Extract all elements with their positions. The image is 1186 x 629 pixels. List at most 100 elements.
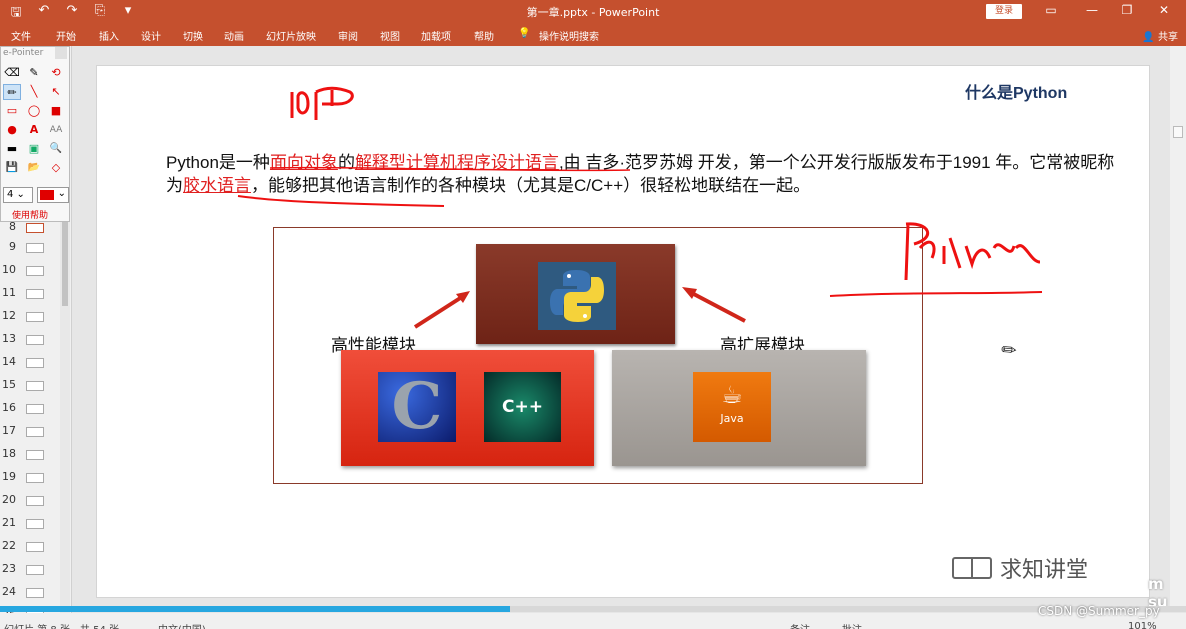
thumbnail-preview [26, 243, 44, 253]
tab-review[interactable]: 审阅 [338, 28, 358, 43]
thumbnail-11[interactable]: 11 [0, 286, 60, 302]
minimize-icon[interactable]: — [1083, 3, 1101, 17]
close-icon[interactable]: ✕ [1155, 3, 1173, 17]
thumbnail-number: 11 [2, 286, 16, 299]
tab-insert[interactable]: 插入 [99, 28, 119, 43]
coffee-cup-icon: ☕ [721, 381, 743, 409]
thumbnail-number: 19 [2, 470, 16, 483]
tab-view[interactable]: 视图 [380, 28, 400, 43]
line-icon[interactable]: ╲ [25, 84, 43, 100]
c-logo-icon: C [378, 372, 456, 442]
screen-icon[interactable]: ▣ [25, 141, 43, 157]
tab-help[interactable]: 帮助 [474, 28, 494, 43]
tell-me-search[interactable]: 操作说明搜索 [539, 28, 599, 43]
thumbnail-24[interactable]: 24 [0, 585, 60, 601]
thumbnail-number: 16 [2, 401, 16, 414]
highlight-interpreted: 解释型计算机程序设计语言 [354, 153, 559, 172]
thumbnail-13[interactable]: 13 [0, 332, 60, 348]
epointer-close-icon[interactable] [55, 47, 67, 59]
font-size-icon[interactable]: AA [47, 122, 65, 138]
thumbnail-16[interactable]: 16 [0, 401, 60, 417]
thumbnail-number: 24 [2, 585, 16, 598]
arrow-icon[interactable]: ↖ [47, 84, 65, 100]
thumbnail-preview [26, 588, 44, 598]
thumbnail-10[interactable]: 10 [0, 263, 60, 279]
pen-icon[interactable]: ✎ [25, 65, 43, 81]
pen-size-select[interactable]: 4 ⌄ [3, 187, 33, 203]
login-button[interactable]: 登录 [986, 4, 1022, 19]
tab-slideshow[interactable]: 幻灯片放映 [266, 28, 316, 43]
thumbnail-12[interactable]: 12 [0, 309, 60, 325]
pen-color-select[interactable]: ⌄ [37, 187, 69, 203]
thumbnail-preview [26, 312, 44, 322]
java-logo-text: Java [720, 412, 744, 425]
zoom-level[interactable]: 101% [1128, 621, 1157, 629]
thumbnail-19[interactable]: 19 [0, 470, 60, 486]
thumbnail-preview [26, 266, 44, 276]
filled-ellipse-icon[interactable]: ● [3, 122, 21, 138]
scrollbar-thumb[interactable] [1173, 126, 1183, 138]
open-folder-icon[interactable]: 📂 [25, 160, 43, 176]
thumbnail-number: 23 [2, 562, 16, 575]
highlight-oop: 面向对象 [269, 153, 338, 172]
magnifier-icon[interactable]: 🔍 [47, 141, 65, 157]
ribbon-tabs: 文件 开始 插入 设计 切换 动画 幻灯片放映 审阅 视图 加载项 帮助 💡 操… [0, 24, 1186, 46]
thumbnail-18[interactable]: 18 [0, 447, 60, 463]
thumbnail-preview [26, 473, 44, 483]
thumbnail-20[interactable]: 20 [0, 493, 60, 509]
tab-home[interactable]: 开始 [56, 28, 76, 43]
tab-animations[interactable]: 动画 [224, 28, 244, 43]
slide-title[interactable]: 什么是Python [965, 79, 1067, 103]
language-indicator[interactable]: 中文(中国) [158, 621, 206, 629]
thumbnail-number: 13 [2, 332, 16, 345]
diamond-icon[interactable]: ◇ [47, 160, 65, 176]
epointer-toolbar: e-Pointer ⌫ ✎ ⟲ ✏ ╲ ↖ ▭ ◯ ■ ● A AA ▬ ▣ 🔍… [0, 46, 70, 222]
eraser-icon[interactable]: ⌫ [3, 65, 21, 81]
thumbnail-number: 9 [9, 240, 16, 253]
thumbnail-8[interactable]: 8 [0, 220, 60, 236]
tab-addins[interactable]: 加载项 [421, 28, 451, 43]
thumbnail-15[interactable]: 15 [0, 378, 60, 394]
share-button[interactable]: 👤 共享 [1142, 28, 1178, 43]
restore-icon[interactable]: ❐ [1118, 3, 1136, 17]
thumbnail-23[interactable]: 23 [0, 562, 60, 578]
thumbnail-9[interactable]: 9 [0, 240, 60, 256]
thumbnail-number: 17 [2, 424, 16, 437]
save-icon[interactable]: 💾 [3, 160, 21, 176]
slide-scrollbar[interactable] [1170, 46, 1186, 606]
thumbnail-preview [26, 358, 44, 368]
thumbnail-21[interactable]: 21 [0, 516, 60, 532]
pen-size-value: 4 [7, 189, 14, 200]
thumbnail-number: 10 [2, 263, 16, 276]
text-run: Python是一种 [166, 153, 270, 172]
brand-logo: 求知讲堂 [952, 552, 1088, 584]
notes-button[interactable]: 备注 [790, 621, 810, 629]
comments-button[interactable]: 批注 [842, 621, 862, 629]
thumbnail-number: 21 [2, 516, 16, 529]
ribbon-display-icon[interactable]: ▭ [1042, 3, 1060, 17]
thumbnail-22[interactable]: 22 [0, 539, 60, 555]
rectangle-icon[interactable]: ▭ [3, 103, 21, 119]
text-icon[interactable]: A [25, 122, 43, 138]
tab-design[interactable]: 设计 [141, 28, 161, 43]
lightbulb-icon[interactable]: 💡 [518, 28, 530, 39]
help-link[interactable]: 使用帮助 [12, 208, 48, 221]
thumbnail-14[interactable]: 14 [0, 355, 60, 371]
highlighter-icon[interactable]: ✏ [3, 84, 21, 100]
clear-ink-icon[interactable]: ⟲ [47, 65, 65, 81]
tab-file[interactable]: 文件 [11, 28, 31, 43]
slide-counter[interactable]: 幻灯片 第 8 张，共 54 张 [4, 621, 119, 629]
slide-paragraph[interactable]: Python是一种面向对象的解释型计算机程序设计语言,由 吉多·范罗苏姆 开发，… [166, 151, 1126, 197]
ellipse-icon[interactable]: ◯ [25, 103, 43, 119]
share-label: 共享 [1158, 32, 1178, 43]
thumbnail-number: 12 [2, 309, 16, 322]
book-icon [952, 557, 992, 579]
thumbnail-17[interactable]: 17 [0, 424, 60, 440]
filled-rectangle-icon[interactable]: ■ [47, 103, 65, 119]
chevron-down-icon: ⌄ [57, 188, 66, 199]
tab-transitions[interactable]: 切换 [183, 28, 203, 43]
thumbnail-number: 15 [2, 378, 16, 391]
thumbnail-preview [26, 565, 44, 575]
python-logo-svg [550, 270, 604, 322]
blackboard-icon[interactable]: ▬ [3, 141, 21, 157]
